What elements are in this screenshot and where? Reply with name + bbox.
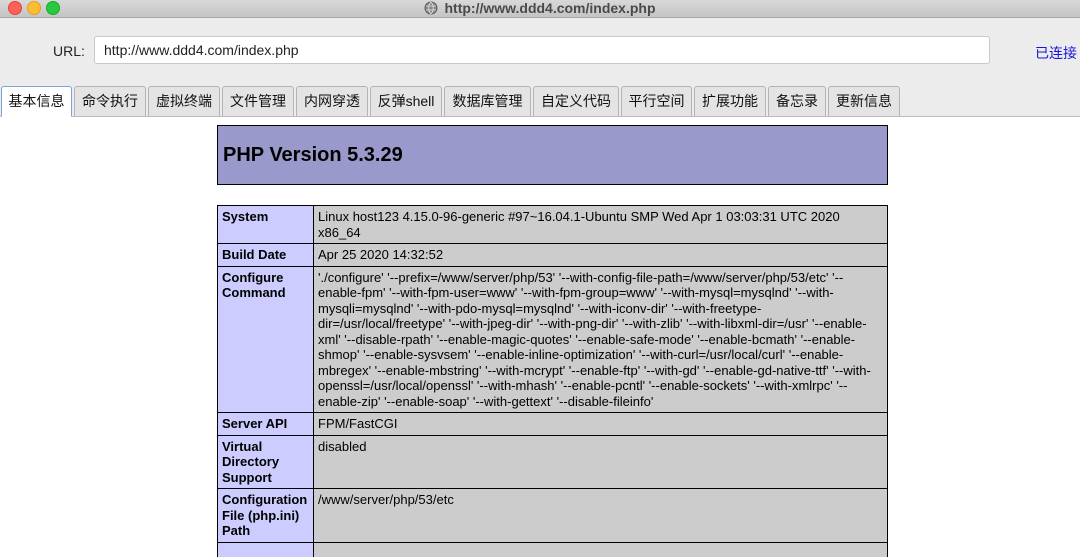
- phpinfo-content: PHP Version 5.3.29 System Linux host123 …: [0, 117, 1080, 557]
- connection-status[interactable]: 已连接: [1035, 43, 1077, 63]
- row-value: [313, 541, 888, 557]
- row-value: FPM/FastCGI: [313, 412, 888, 436]
- row-value: /www/server/php/53/etc: [313, 488, 888, 543]
- window-title-text: http://www.ddd4.com/index.php: [444, 0, 656, 16]
- tab-update-info[interactable]: 更新信息: [828, 86, 900, 116]
- row-value: disabled: [313, 434, 888, 489]
- tab-bar: 基本信息 命令执行 虚拟终端 文件管理 内网穿透 反弹shell 数据库管理 自…: [0, 82, 1080, 117]
- row-value: Linux host123 4.15.0-96-generic #97~16.0…: [313, 205, 888, 244]
- window-title: http://www.ddd4.com/index.php: [0, 0, 1080, 16]
- tab-custom-code[interactable]: 自定义代码: [533, 86, 619, 116]
- tab-virtual-terminal[interactable]: 虚拟终端: [148, 86, 220, 116]
- tab-reverse-shell[interactable]: 反弹shell: [370, 86, 442, 116]
- table-row: Virtual Directory Support disabled: [217, 434, 888, 489]
- php-version-title: PHP Version 5.3.29: [223, 144, 403, 166]
- tab-basic-info[interactable]: 基本信息: [1, 86, 72, 117]
- tab-memo[interactable]: 备忘录: [768, 86, 826, 116]
- table-row: Configuration File (php.ini) Path /www/s…: [217, 488, 888, 543]
- row-value: './configure' '--prefix=/www/server/php/…: [313, 265, 888, 413]
- row-key: Server API: [217, 412, 314, 436]
- table-row: Server API FPM/FastCGI: [217, 412, 888, 436]
- row-key: Configure Command: [217, 265, 314, 413]
- table-row: System Linux host123 4.15.0-96-generic #…: [217, 205, 888, 244]
- php-version-header: PHP Version 5.3.29: [217, 125, 888, 185]
- tab-file-manager[interactable]: 文件管理: [222, 86, 294, 116]
- url-input[interactable]: [94, 36, 990, 64]
- url-bar: URL: 已连接: [0, 18, 1080, 82]
- tab-database-manager[interactable]: 数据库管理: [444, 86, 531, 116]
- row-key: Configuration File (php.ini) Path: [217, 488, 314, 543]
- globe-icon: [424, 1, 438, 15]
- table-row: Configure Command './configure' '--prefi…: [217, 265, 888, 413]
- tab-command-exec[interactable]: 命令执行: [74, 86, 146, 116]
- row-value: Apr 25 2020 14:32:52: [313, 243, 888, 267]
- tab-intranet-tunnel[interactable]: 内网穿透: [296, 86, 368, 116]
- table-row: Build Date Apr 25 2020 14:32:52: [217, 243, 888, 267]
- tab-parallel-space[interactable]: 平行空间: [621, 86, 692, 116]
- url-label: URL:: [53, 43, 85, 59]
- phpinfo-table: System Linux host123 4.15.0-96-generic #…: [217, 205, 888, 557]
- window-titlebar: http://www.ddd4.com/index.php: [0, 0, 1080, 18]
- table-row: [217, 541, 888, 557]
- tab-extensions[interactable]: 扩展功能: [694, 86, 766, 116]
- row-key: Virtual Directory Support: [217, 434, 314, 489]
- row-key: [217, 541, 314, 557]
- row-key: Build Date: [217, 243, 314, 267]
- row-key: System: [217, 205, 314, 244]
